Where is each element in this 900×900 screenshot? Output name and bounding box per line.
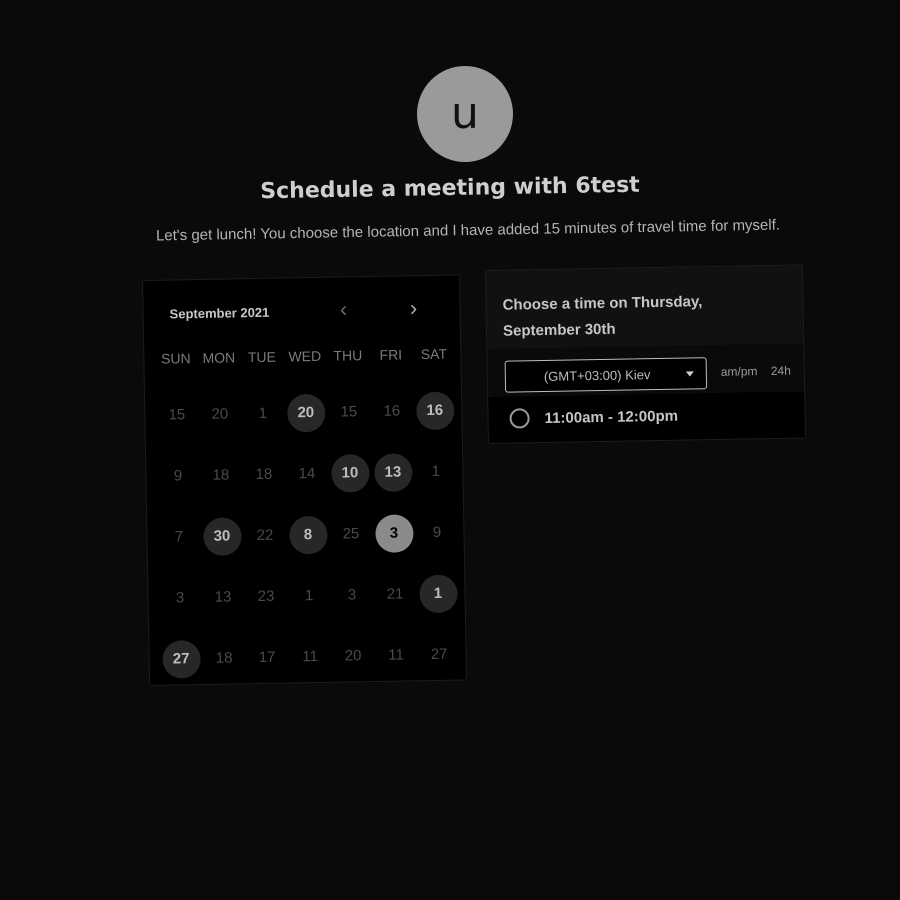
calendar-day-number: 18 <box>215 649 233 667</box>
time-panel-title: Choose a time on Thursday, September 30t… <box>502 293 703 340</box>
calendar-day-number: 21 <box>386 585 404 603</box>
calendar-day-grid: 15 20 1 20 15 16 16 9 18 18 14 10 13 1 7 30 22 8 25 3 9 3 13 23… <box>155 379 465 689</box>
calendar-day-number: 20 <box>211 405 229 423</box>
calendar-day: 1 <box>241 383 285 445</box>
calendar-day-available[interactable]: 1 <box>416 563 460 625</box>
calendar-day-number: 25 <box>342 525 360 543</box>
calendar-day-number: 18 <box>255 465 273 484</box>
calendar-day-number: 18 <box>212 466 230 484</box>
calendar-day-number: 22 <box>256 526 274 545</box>
calendar-day-number: 1 <box>431 462 441 480</box>
calendar-day-number: 1 <box>258 404 268 422</box>
calendar-day: 27 <box>417 624 461 686</box>
calendar-day: 3 <box>330 564 374 626</box>
calendar-day-number: 3 <box>374 513 414 553</box>
timezone-select[interactable]: (GMT+03:00) Kiev <box>504 357 708 393</box>
avatar-initial: u <box>451 88 479 139</box>
calendar-day: 22 <box>243 505 287 567</box>
meeting-description: Let's get lunch! You choose the location… <box>155 216 781 245</box>
calendar-day: 11 <box>374 624 418 686</box>
calendar-day: 18 <box>202 627 246 689</box>
calendar-day: 7 <box>157 506 201 568</box>
calendar-day-number: 1 <box>304 587 314 605</box>
chevron-left-icon[interactable]: ‹ <box>331 295 355 323</box>
host-avatar: u <box>417 66 513 162</box>
caret-down-icon <box>685 371 694 377</box>
calendar-day-number: 20 <box>344 647 362 665</box>
calendar-day: 25 <box>329 503 373 565</box>
format-24h-toggle[interactable]: 24h <box>771 364 791 378</box>
calendar-day-number: 16 <box>383 402 401 420</box>
calendar-day: 23 <box>244 566 288 628</box>
calendar-day-available[interactable]: 8 <box>286 504 330 566</box>
calendar-day-available[interactable]: 20 <box>284 382 328 444</box>
calendar-day-number: 17 <box>258 648 276 667</box>
weekday-label: SAT <box>420 345 448 363</box>
calendar-day: 18 <box>242 444 286 506</box>
calendar-day-number: 10 <box>330 453 370 493</box>
calendar-day-selected[interactable]: 3 <box>372 502 416 564</box>
calendar-day-number: 9 <box>432 523 442 541</box>
weekday-label: THU <box>333 347 363 364</box>
time-panel-header: Choose a time on Thursday, September 30t… <box>486 265 804 349</box>
calendar-day-number: 15 <box>340 403 358 421</box>
calendar-day-number: 30 <box>202 516 242 556</box>
calendar-day-number: 20 <box>286 393 326 432</box>
calendar-day-number: 13 <box>214 588 232 606</box>
calendar-day-available[interactable]: 30 <box>200 505 244 567</box>
calendar-day: 14 <box>285 443 329 505</box>
calendar-day-number: 27 <box>430 645 448 664</box>
calendar-day-number: 11 <box>302 647 319 666</box>
time-panel: Choose a time on Thursday, September 30t… <box>485 264 806 444</box>
calendar-header: September 2021 ‹ › <box>143 275 460 343</box>
time-slot[interactable]: 11:00am - 12:00pm <box>488 391 805 443</box>
weekday-label: SUN <box>160 350 191 367</box>
calendar-day-number: 9 <box>173 467 183 485</box>
weekday-label: FRI <box>379 346 403 363</box>
calendar-day: 9 <box>415 502 459 564</box>
calendar-day-number: 23 <box>257 587 275 606</box>
chevron-right-icon[interactable]: › <box>401 294 425 322</box>
calendar-day-number: 14 <box>298 465 316 483</box>
calendar-day-available[interactable]: 16 <box>413 380 457 442</box>
calendar: September 2021 ‹ › SUN MON TUE WED THU F… <box>142 274 468 686</box>
calendar-day-number: 15 <box>168 406 186 424</box>
time-slot-label: 11:00am - 12:00pm <box>544 407 679 427</box>
calendar-day-number: 13 <box>373 452 413 492</box>
calendar-day: 3 <box>158 567 202 629</box>
calendar-day: 15 <box>327 381 371 443</box>
calendar-day-available[interactable]: 13 <box>371 441 415 503</box>
calendar-day: 11 <box>288 626 332 688</box>
calendar-day-number: 3 <box>175 589 185 607</box>
calendar-day: 9 <box>156 445 200 507</box>
format-ampm-toggle[interactable]: am/pm <box>721 364 758 379</box>
weekday-header: SUN MON TUE WED THU FRI SAT <box>154 346 454 367</box>
calendar-day: 16 <box>370 380 414 442</box>
calendar-day: 21 <box>373 563 417 625</box>
weekday-label: WED <box>288 347 322 365</box>
calendar-month-label: September 2021 <box>169 304 270 322</box>
calendar-day: 15 <box>155 384 199 446</box>
calendar-day: 20 <box>198 383 242 445</box>
calendar-day-number: 11 <box>388 646 405 664</box>
calendar-day-number: 7 <box>174 528 184 546</box>
calendar-day: 17 <box>245 627 289 689</box>
calendar-day: 20 <box>331 625 375 687</box>
calendar-day-available[interactable]: 27 <box>159 628 203 690</box>
calendar-day: 1 <box>287 565 331 627</box>
calendar-day-available[interactable]: 10 <box>328 442 372 504</box>
calendar-day-number: 3 <box>347 586 357 604</box>
weekday-label: TUE <box>247 348 276 366</box>
weekday-label: MON <box>202 349 236 366</box>
calendar-day: 18 <box>199 444 243 506</box>
calendar-day-number: 1 <box>418 574 458 613</box>
timezone-value: (GMT+03:00) Kiev <box>543 367 651 384</box>
calendar-day: 1 <box>414 441 458 503</box>
calendar-day-number: 16 <box>415 391 455 430</box>
calendar-day-number: 8 <box>288 515 328 554</box>
calendar-day: 13 <box>201 566 245 628</box>
page-title: Schedule a meeting with 6test <box>260 172 640 205</box>
radio-icon[interactable] <box>509 408 530 429</box>
calendar-day-number: 27 <box>161 639 201 679</box>
